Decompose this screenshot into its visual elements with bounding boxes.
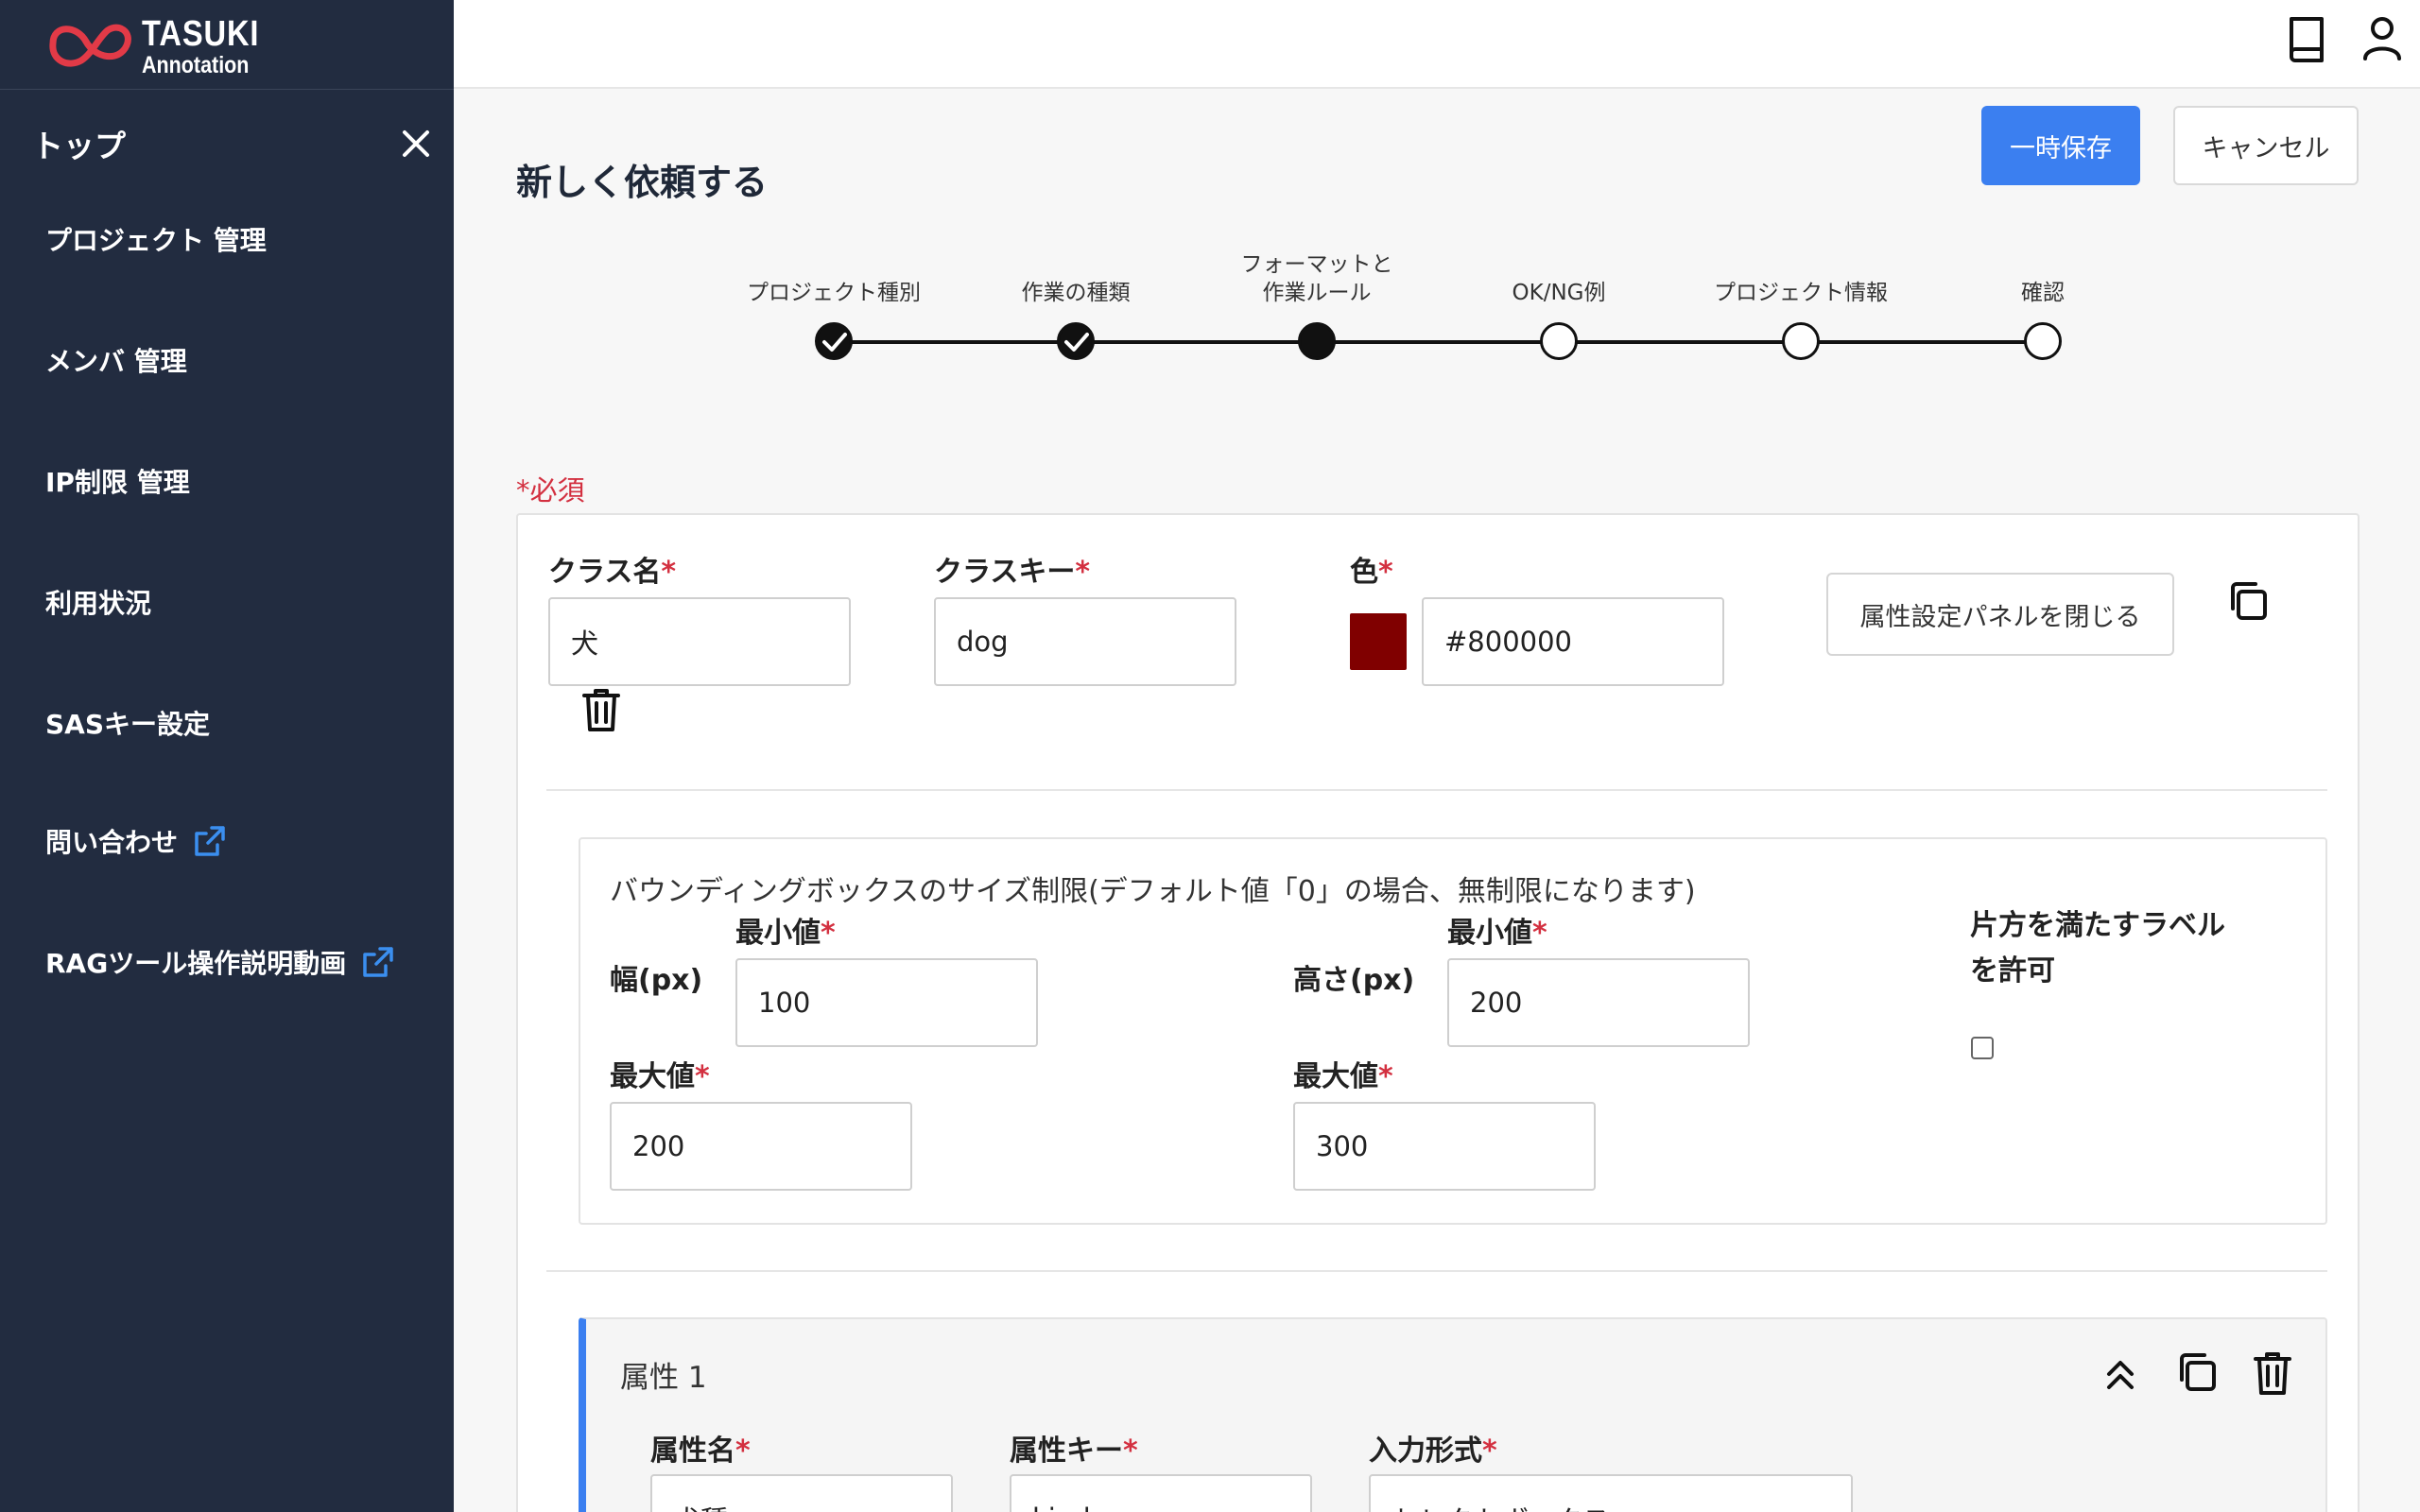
step-dot-todo xyxy=(1782,322,1820,360)
external-link-icon xyxy=(195,826,225,856)
top-bar xyxy=(454,0,2420,89)
width-max-label: 最大値* xyxy=(610,1060,710,1093)
book-icon[interactable] xyxy=(2286,15,2327,64)
divider xyxy=(546,789,2327,791)
attribute-key-label: 属性キー* xyxy=(1010,1435,1138,1468)
copy-icon[interactable] xyxy=(2225,578,2271,624)
step-dot-current xyxy=(1298,322,1336,360)
step-label: プロジェクト情報 xyxy=(1714,281,1888,305)
sidebar-item-label: IP制限 管理 xyxy=(45,467,190,498)
sidebar-item-ip-restriction[interactable]: IP制限 管理 xyxy=(45,462,190,500)
bbox-description: バウンディングボックスのサイズ制限(デフォルト値「0」の場合、無制限になります) xyxy=(610,875,1696,908)
save-draft-button[interactable]: 一時保存 xyxy=(1981,106,2140,185)
attribute-name-input[interactable]: 犬種 xyxy=(650,1474,953,1512)
sidebar-item-rag-video[interactable]: RAGツール操作説明動画 xyxy=(45,943,397,981)
external-link-icon xyxy=(363,947,393,977)
step-label: プロジェクト種別 xyxy=(747,281,921,305)
allow-partial-checkbox[interactable] xyxy=(1971,1037,1994,1059)
width-min-label: 最小値* xyxy=(735,917,836,950)
sidebar-item-label: メンバ 管理 xyxy=(45,346,187,377)
step-label-line1: フォーマットと xyxy=(1240,252,1393,277)
height-max-input[interactable]: 300 xyxy=(1293,1102,1596,1191)
sidebar-divider xyxy=(0,89,454,90)
sidebar: TASUKI Annotation トップ プロジェクト 管理 メンバ 管理 I… xyxy=(0,0,454,1512)
user-icon[interactable] xyxy=(2361,15,2403,60)
stepper-line xyxy=(834,340,2044,344)
page-title: 新しく依頼する xyxy=(516,162,769,203)
attribute-title: 属性 1 xyxy=(620,1361,707,1395)
class-name-input[interactable]: 犬 xyxy=(548,597,851,686)
sidebar-item-contact[interactable]: 問い合わせ xyxy=(45,822,229,860)
copy-icon[interactable] xyxy=(2174,1349,2220,1395)
sidebar-item-label: SASキー設定 xyxy=(45,709,211,740)
cancel-button[interactable]: キャンセル xyxy=(2173,106,2359,185)
close-attribute-panel-button[interactable]: 属性設定パネルを閉じる xyxy=(1826,573,2174,656)
allow-partial-label: 片方を満たすラベル を許可 xyxy=(1970,909,2225,988)
height-label: 高さ(px) xyxy=(1293,964,1415,997)
check-icon xyxy=(822,333,847,352)
sidebar-item-label: プロジェクト 管理 xyxy=(45,225,267,256)
color-label: 色* xyxy=(1350,556,1393,589)
brand-name: TASUKI xyxy=(142,13,260,54)
sidebar-item-label: 利用状況 xyxy=(45,588,152,619)
sidebar-heading: トップ xyxy=(32,128,126,164)
input-type-label: 入力形式* xyxy=(1369,1435,1497,1468)
tasuki-logo-icon xyxy=(49,24,131,67)
attribute-name-label: 属性名* xyxy=(650,1435,751,1468)
chevron-double-up-icon[interactable] xyxy=(2100,1355,2140,1395)
width-max-input[interactable]: 200 xyxy=(610,1102,912,1191)
step-label: OK/NG例 xyxy=(1512,281,1606,305)
trash-icon[interactable] xyxy=(579,686,624,733)
brand-logo[interactable]: TASUKI Annotation xyxy=(43,13,279,79)
sidebar-item-member-management[interactable]: メンバ 管理 xyxy=(45,341,187,379)
brand-sub: Annotation xyxy=(142,51,250,78)
attribute-key-input[interactable]: kind xyxy=(1010,1474,1312,1512)
color-hex-input[interactable]: #800000 xyxy=(1422,597,1724,686)
input-type-select[interactable]: セレクトボックス xyxy=(1369,1474,1853,1512)
class-key-input[interactable]: dog xyxy=(934,597,1236,686)
step-dot-done xyxy=(815,322,853,360)
step-dot-done xyxy=(1057,322,1095,360)
required-note: *必須 xyxy=(516,474,585,507)
height-min-label: 最小値* xyxy=(1447,917,1547,950)
check-icon xyxy=(1064,333,1089,352)
step-dot-todo xyxy=(1540,322,1578,360)
step-label: 確認 xyxy=(2021,281,2065,305)
sidebar-item-sas-key[interactable]: SASキー設定 xyxy=(45,704,210,742)
sidebar-item-label: RAGツール操作説明動画 xyxy=(45,948,347,979)
sidebar-item-project-management[interactable]: プロジェクト 管理 xyxy=(45,220,267,258)
width-min-input[interactable]: 100 xyxy=(735,958,1038,1047)
sidebar-item-usage[interactable]: 利用状況 xyxy=(45,583,151,621)
class-key-label: クラスキー* xyxy=(934,556,1091,589)
step-label-line2: 作業ルール xyxy=(1262,281,1372,305)
height-min-input[interactable]: 200 xyxy=(1447,958,1750,1047)
step-dot-todo xyxy=(2024,322,2062,360)
close-icon[interactable] xyxy=(397,125,435,163)
color-swatch[interactable] xyxy=(1350,613,1407,670)
divider xyxy=(546,1270,2327,1272)
width-label: 幅(px) xyxy=(610,964,703,997)
class-name-label: クラス名* xyxy=(548,556,677,589)
sidebar-item-label: 問い合わせ xyxy=(45,827,179,858)
height-max-label: 最大値* xyxy=(1293,1060,1393,1093)
step-label: 作業の種類 xyxy=(1021,281,1131,305)
trash-icon[interactable] xyxy=(2250,1349,2295,1397)
